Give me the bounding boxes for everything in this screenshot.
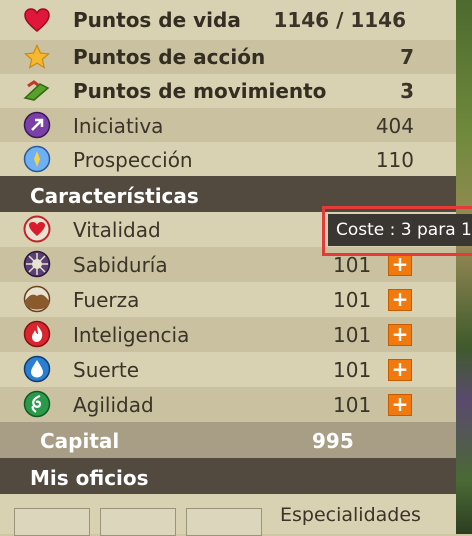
job-slot[interactable] <box>100 508 176 536</box>
characteristics-title: Características <box>30 184 199 208</box>
characteristic-label: Agilidad <box>73 393 154 417</box>
job-slot[interactable] <box>14 508 90 536</box>
action-label: Puntos de acción <box>73 45 266 69</box>
wisdom-icon <box>22 249 52 279</box>
capital-label: Capital <box>40 429 120 453</box>
life-label: Puntos de vida <box>73 8 241 32</box>
life-value: 1146 / 1146 <box>273 8 406 32</box>
characteristic-value: 101 <box>333 253 372 277</box>
initiative-icon <box>22 110 52 140</box>
heart-icon <box>22 5 52 35</box>
stat-row-movement: Puntos de movimiento 3 <box>0 74 456 108</box>
characteristic-value: 101 <box>333 393 372 417</box>
characteristic-row-agility: Agilidad 101 + <box>0 387 456 422</box>
characteristic-label: Sabiduría <box>73 253 168 277</box>
stat-row-life: Puntos de vida 1146 / 1146 <box>0 0 456 40</box>
characteristic-label: Inteligencia <box>73 323 190 347</box>
prospection-icon <box>22 144 52 174</box>
add-point-button[interactable]: + <box>388 359 412 381</box>
movement-label: Puntos de movimiento <box>73 79 327 103</box>
characteristic-value: 101 <box>333 358 372 382</box>
add-point-button[interactable]: + <box>388 394 412 416</box>
prospection-value: 110 <box>375 148 414 172</box>
game-world-background <box>456 0 472 534</box>
jobs-title: Mis oficios <box>30 466 149 490</box>
action-value: 7 <box>400 45 414 69</box>
stat-row-initiative: Iniciativa 404 <box>0 108 456 142</box>
job-slot[interactable] <box>186 508 262 536</box>
characteristic-row-strength: Fuerza 101 + <box>0 282 456 317</box>
wind-icon <box>22 389 52 419</box>
characteristics-panel: Puntos de vida 1146 / 1146 Puntos de acc… <box>0 0 456 536</box>
movement-value: 3 <box>400 79 414 103</box>
star-icon <box>22 42 52 72</box>
stat-row-prospection: Prospección 110 <box>0 142 456 176</box>
add-point-button[interactable]: + <box>388 254 412 276</box>
boot-icon <box>22 76 52 106</box>
initiative-value: 404 <box>375 114 414 138</box>
jobs-header: Mis oficios <box>0 458 456 494</box>
stat-row-action: Puntos de acción 7 <box>0 40 456 74</box>
water-icon <box>22 354 52 384</box>
vitality-icon <box>22 214 52 244</box>
highlight-frame <box>322 206 472 256</box>
capital-row: Capital 995 <box>0 422 456 458</box>
characteristic-value: 101 <box>333 288 372 312</box>
add-point-button[interactable]: + <box>388 324 412 346</box>
prospection-label: Prospección <box>73 148 193 172</box>
characteristic-row-luck: Suerte 101 + <box>0 352 456 387</box>
characteristic-label: Vitalidad <box>73 218 161 242</box>
characteristic-label: Fuerza <box>73 288 140 312</box>
specialties-label: Especialidades <box>280 504 421 526</box>
add-point-button[interactable]: + <box>388 289 412 311</box>
characteristic-label: Suerte <box>73 358 140 382</box>
characteristic-value: 101 <box>333 323 372 347</box>
initiative-label: Iniciativa <box>73 114 164 138</box>
capital-value: 995 <box>312 429 354 453</box>
strength-icon <box>22 284 52 314</box>
fire-icon <box>22 319 52 349</box>
characteristic-row-intelligence: Inteligencia 101 + <box>0 317 456 352</box>
